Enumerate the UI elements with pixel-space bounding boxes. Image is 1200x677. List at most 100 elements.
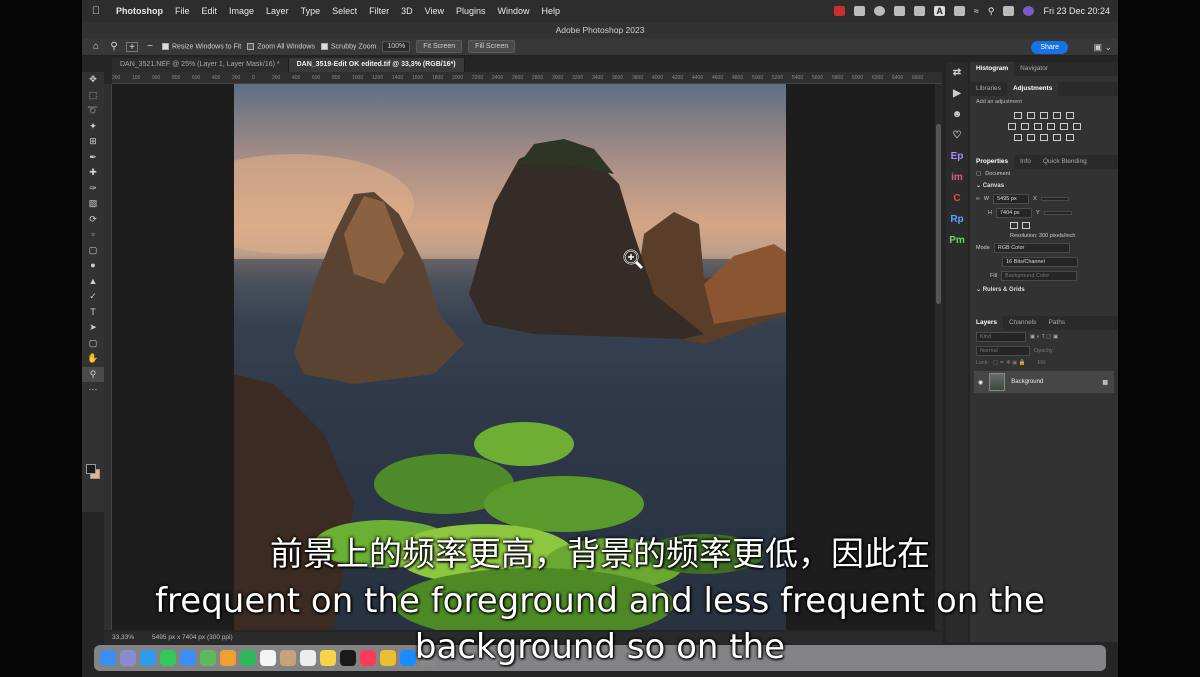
plugin-rp-icon[interactable]: Rp: [946, 209, 968, 230]
wifi-icon[interactable]: ≈: [974, 6, 979, 16]
zoom-all-checkbox[interactable]: [247, 42, 255, 50]
workspace-icon[interactable]: ▣ ⌄: [1093, 42, 1112, 53]
menu-image[interactable]: Image: [223, 6, 260, 16]
clipboard-icon[interactable]: [894, 6, 906, 16]
mode-select[interactable]: RGB Color: [993, 243, 1070, 253]
battery-icon[interactable]: [953, 6, 965, 16]
menu-select[interactable]: Select: [326, 6, 363, 16]
zoom-in-icon[interactable]: +: [126, 41, 138, 52]
home-icon[interactable]: ⌂: [90, 41, 102, 52]
menu-file[interactable]: File: [169, 6, 196, 16]
doc-tab-1[interactable]: DAN_3521.NEF @ 25% (Layer 1, Layer Mask/…: [112, 58, 289, 72]
layer-kind-filter[interactable]: Kind: [976, 332, 1026, 342]
tab-libraries[interactable]: Libraries: [970, 82, 1007, 96]
eraser-tool-icon[interactable]: ▫: [82, 227, 104, 243]
menu-3d[interactable]: 3D: [395, 6, 419, 16]
portrait-icon[interactable]: [1010, 222, 1018, 229]
apple-menu-icon[interactable]: : [82, 5, 110, 17]
zoom-out-icon[interactable]: −: [144, 41, 156, 52]
posterize-icon[interactable]: [1027, 134, 1035, 141]
brush-tool-icon[interactable]: ✑: [82, 181, 104, 197]
levels-icon[interactable]: [1027, 112, 1035, 119]
plugin-c-icon[interactable]: C: [946, 188, 968, 209]
zoom-tool-icon[interactable]: ⚲: [82, 366, 104, 382]
x-field[interactable]: [1040, 197, 1069, 201]
zoom-all-option[interactable]: Zoom All Windows: [247, 42, 315, 50]
quick-select-tool-icon[interactable]: ✦: [82, 119, 104, 135]
ruler-horizontal[interactable]: 200 100 900 800 600 400 200 0 200 400 600 800 1000 12…: [112, 72, 942, 84]
menu-app[interactable]: Photoshop: [110, 6, 169, 16]
zoom-value-field[interactable]: 100%: [382, 41, 411, 52]
share-button[interactable]: Share: [1031, 41, 1068, 54]
siri-icon[interactable]: [1023, 6, 1035, 16]
resize-windows-option[interactable]: Resize Windows to Fit: [162, 42, 241, 50]
gradient-map-icon[interactable]: [1053, 134, 1061, 141]
tab-channels[interactable]: Channels: [1003, 316, 1042, 330]
filter-icons[interactable]: ▣ ◐ T ▢ ▣: [1030, 334, 1058, 340]
channel-mixer-icon[interactable]: [1059, 123, 1068, 130]
canvas-section-header[interactable]: ⌄ Canvas: [970, 179, 1118, 192]
menu-plugins[interactable]: Plugins: [450, 6, 492, 16]
vibrance-icon[interactable]: [1066, 112, 1074, 119]
selective-color-icon[interactable]: [1066, 134, 1074, 141]
menu-edit[interactable]: Edit: [196, 6, 224, 16]
layer-background[interactable]: ◉ Background ▩: [974, 371, 1114, 393]
menu-layer[interactable]: Layer: [260, 6, 295, 16]
scrollbar-thumb[interactable]: [936, 124, 941, 304]
play-icon[interactable]: ▶: [946, 83, 968, 104]
y-field[interactable]: [1043, 211, 1072, 215]
width-field[interactable]: 5495 px: [993, 194, 1030, 204]
shape-tool-icon[interactable]: ▢: [82, 336, 104, 352]
display-icon[interactable]: [854, 6, 866, 16]
tab-quick-blending[interactable]: Quick Blending: [1037, 155, 1093, 169]
tab-navigator[interactable]: Navigator: [1014, 62, 1054, 76]
menu-window[interactable]: Window: [492, 6, 536, 16]
type-tool-icon[interactable]: T: [82, 305, 104, 321]
tab-layers[interactable]: Layers: [970, 316, 1003, 330]
fill-screen-button[interactable]: Fill Screen: [468, 40, 516, 53]
tab-adjustments[interactable]: Adjustments: [1006, 82, 1059, 96]
zoom-tool-preset-icon[interactable]: ⚲: [108, 41, 120, 52]
color-balance-icon[interactable]: [1020, 123, 1029, 130]
fill-select[interactable]: Background Color: [1001, 271, 1078, 281]
landscape-icon[interactable]: [1022, 222, 1030, 229]
lock-icons[interactable]: ▢ ✒ ✥ ▣ 🔒: [993, 360, 1026, 366]
marquee-tool-icon[interactable]: ⬚: [82, 88, 104, 104]
doc-tab-2[interactable]: DAN_3519-Edit OK edited.tif @ 33,3% (RGB…: [288, 58, 465, 72]
control-center-icon[interactable]: [1003, 6, 1015, 16]
link-icon[interactable]: ∞: [976, 196, 980, 202]
menu-view[interactable]: View: [419, 6, 450, 16]
invert-icon[interactable]: [1014, 134, 1022, 141]
exposure-icon[interactable]: [1053, 112, 1061, 119]
foreground-color-swatch[interactable]: [86, 464, 96, 474]
eyedropper-tool-icon[interactable]: ✒: [82, 150, 104, 166]
person-icon[interactable]: ☻: [946, 104, 968, 125]
healing-brush-tool-icon[interactable]: ✚: [82, 165, 104, 181]
lasso-tool-icon[interactable]: ➰: [82, 103, 104, 119]
brush-presets-icon[interactable]: ♡: [946, 125, 968, 146]
resize-windows-checkbox[interactable]: [162, 42, 169, 50]
hue-saturation-icon[interactable]: [1007, 123, 1016, 130]
height-field[interactable]: 7404 px: [995, 208, 1032, 218]
path-selection-tool-icon[interactable]: ➤: [82, 320, 104, 336]
spotlight-icon[interactable]: ⚲: [988, 6, 995, 17]
arrange-icon[interactable]: ⇄: [946, 62, 968, 83]
tab-histogram[interactable]: Histogram: [970, 62, 1015, 76]
hand-tool-icon[interactable]: ✋: [82, 351, 104, 367]
threshold-icon[interactable]: [1040, 134, 1048, 141]
dodge-tool-icon[interactable]: ▲: [82, 274, 104, 290]
menu-filter[interactable]: Filter: [363, 6, 395, 16]
tab-properties[interactable]: Properties: [970, 155, 1015, 169]
tab-info[interactable]: Info: [1014, 155, 1037, 169]
clock[interactable]: Fri 23 Dec 20:24: [1043, 6, 1110, 16]
curves-icon[interactable]: [1040, 112, 1048, 119]
plugin-pm-icon[interactable]: Pm: [946, 230, 968, 251]
scrubby-zoom-checkbox[interactable]: [320, 42, 328, 50]
clone-stamp-tool-icon[interactable]: ▧: [82, 196, 104, 212]
history-brush-tool-icon[interactable]: ⟳: [82, 212, 104, 228]
color-lookup-icon[interactable]: [1072, 123, 1081, 130]
black-white-icon[interactable]: [1033, 123, 1042, 130]
input-source-icon[interactable]: A: [934, 6, 945, 16]
scrubby-zoom-option[interactable]: Scrubby Zoom: [320, 42, 376, 50]
visibility-eye-icon[interactable]: ◉: [978, 379, 983, 386]
